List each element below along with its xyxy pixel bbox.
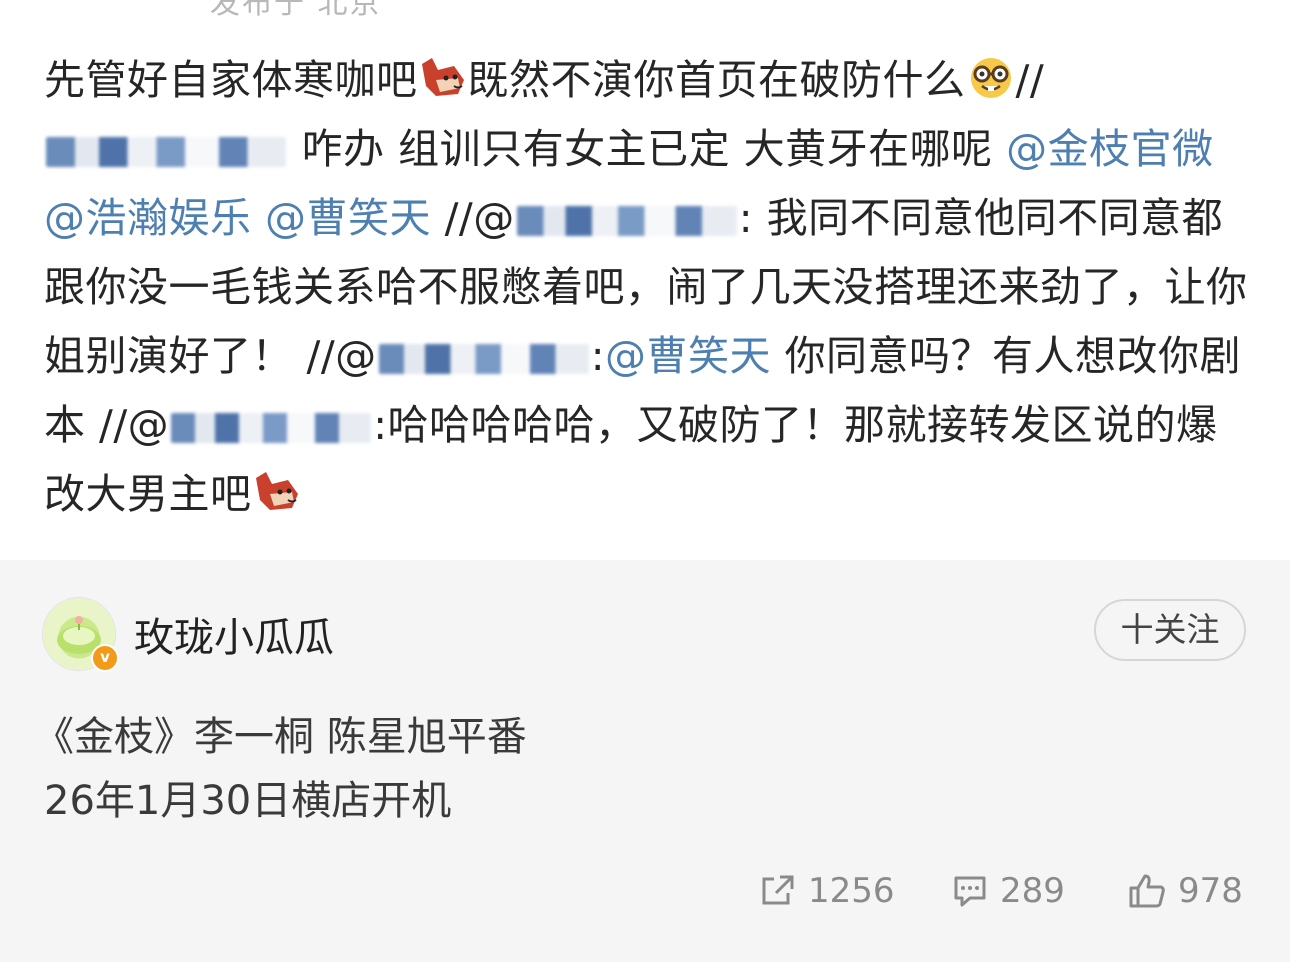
repost-button[interactable]: 1256 (760, 866, 895, 916)
post-text: 咋办 组训只有女主已定 大黄牙在哪呢 (301, 125, 993, 173)
post-text: : (590, 332, 606, 380)
mention-link-caoxiaotian[interactable]: @曹笑天 (605, 332, 771, 380)
post-text: 先管好自家体寒咖吧 (44, 56, 418, 104)
blurred-username[interactable] (171, 413, 372, 443)
blurred-username[interactable] (516, 206, 737, 236)
post-text: 既然不演你首页在破防什么 (467, 56, 966, 104)
post-description-line: 26年1月30日横店开机 (44, 778, 452, 824)
comment-count: 289 (1000, 871, 1065, 911)
like-count: 978 (1178, 871, 1243, 911)
mention-link-haohan[interactable]: @浩瀚娱乐 (44, 194, 252, 242)
blurred-username[interactable] (378, 344, 589, 374)
comment-icon (954, 876, 986, 907)
post-text: // (1015, 56, 1045, 104)
author-name[interactable]: 玫珑小瓜瓜 (134, 605, 334, 663)
verified-badge-icon: v (91, 644, 119, 672)
repost-chain-marker: //@ (444, 194, 515, 242)
fox-emoji-icon (418, 52, 468, 96)
repost-chain-marker: //@ (99, 401, 170, 449)
avatar[interactable]: v (43, 598, 119, 672)
repost-count: 1256 (808, 871, 895, 911)
post-description-line: 《金枝》李一桐 陈星旭平番 (34, 714, 527, 760)
fox-emoji-icon (252, 466, 302, 510)
mention-link-caoxiaotian[interactable]: @曹笑天 (265, 194, 431, 242)
post-meta-partial: 发布于 北京 (210, 0, 382, 21)
nerd-face-emoji-icon (966, 52, 1016, 98)
follow-button[interactable]: 十关注 (1094, 599, 1246, 661)
post-body: 先管好自家体寒咖吧 既然不演你首页在破防什么 // 咋办 组训只有女主已定 大黄牙在… (44, 46, 1248, 529)
like-button[interactable]: 978 (1128, 866, 1243, 916)
thumbs-up-icon (1129, 874, 1165, 908)
comment-button[interactable]: 289 (952, 866, 1065, 916)
blurred-username (46, 137, 286, 167)
repost-chain-marker: //@ (306, 332, 377, 380)
mention-link-jinzhi[interactable]: @金枝官微 (1006, 125, 1214, 173)
repost-icon (762, 875, 794, 905)
